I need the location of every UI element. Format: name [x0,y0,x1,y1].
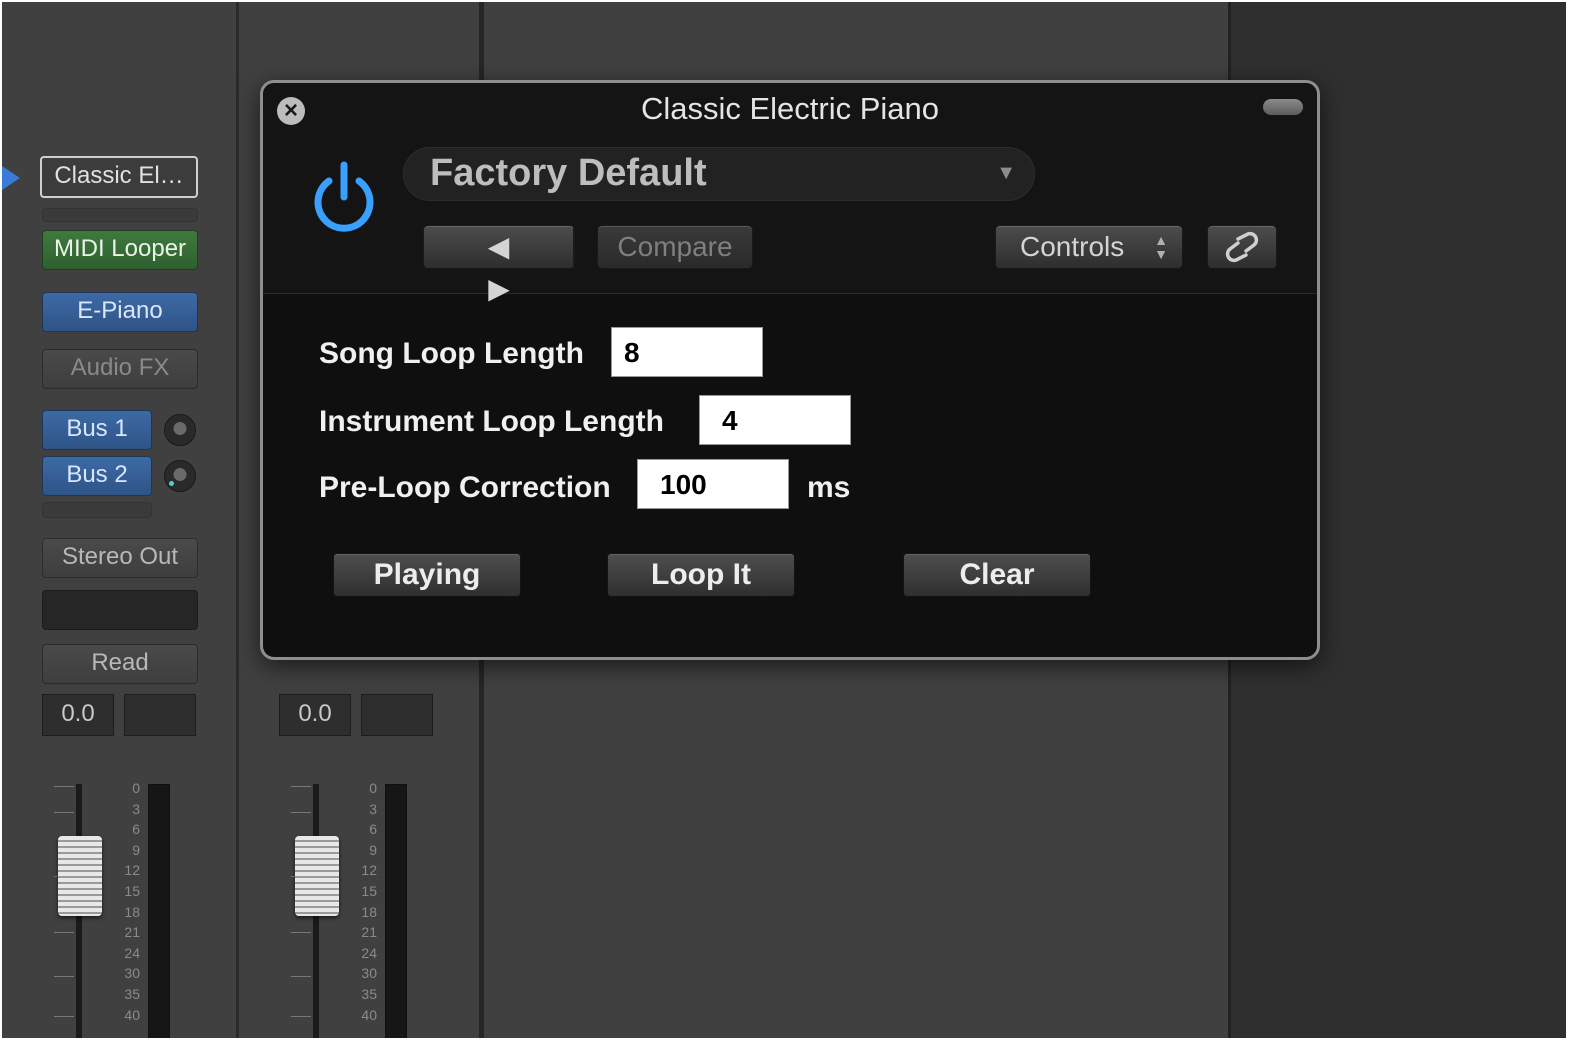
song-loop-length-field[interactable]: 8 [611,327,763,377]
empty-send-slot[interactable] [42,502,152,518]
preset-name: Factory Default [430,152,707,194]
level-meter [385,784,407,1038]
link-icon [1225,231,1259,263]
collapse-button[interactable] [1263,99,1303,115]
level-meter [148,784,170,1038]
output-slot[interactable]: Stereo Out [42,538,198,578]
clear-button[interactable]: Clear [903,553,1091,597]
pre-loop-correction-field[interactable]: 100 [637,459,789,509]
loop-it-button[interactable]: Loop It [607,553,795,597]
preset-menu[interactable]: Factory Default ▼ [403,147,1035,201]
send-slot-bus-2[interactable]: Bus 2 [42,456,152,496]
meter-scale: 0 3 6 9 12 15 18 21 24 30 35 40 [124,780,140,1023]
peak-readout[interactable] [124,694,196,736]
plugin-window: × Classic Electric Piano Factory Default… [260,80,1320,660]
channel-name-slot[interactable]: Classic El… [40,156,198,198]
audio-fx-slot[interactable]: Audio FX [42,349,198,389]
plugin-title: Classic Electric Piano [640,91,940,126]
pre-loop-correction-label: Pre-Loop Correction [319,471,611,504]
send-slot-bus-1[interactable]: Bus 1 [42,410,152,450]
volume-readout[interactable]: 0.0 [42,694,114,736]
meter-scale: 0 3 6 9 12 15 18 21 24 30 35 40 [361,780,377,1023]
volume-fader[interactable] [58,836,102,916]
send-level-knob-2[interactable] [164,460,196,492]
song-loop-length-label: Song Loop Length [319,337,584,370]
triangle-left-icon[interactable]: ◀ [424,226,574,268]
playing-button[interactable]: Playing [333,553,521,597]
view-selector-label: Controls [1020,231,1125,262]
view-selector[interactable]: Controls ▲ ▼ [995,225,1183,269]
channel-strip-1: Classic El… MIDI Looper E-Piano Audio FX… [2,2,239,1038]
track-selected-marker [2,166,20,190]
pre-loop-correction-unit: ms [807,471,851,504]
instrument-slot[interactable]: E-Piano [42,292,198,332]
up-down-arrows-icon: ▲ ▼ [1154,232,1168,262]
triangle-right-icon[interactable]: ▶ [424,268,574,310]
peak-readout[interactable] [361,694,433,736]
volume-fader[interactable] [295,836,339,916]
group-slot[interactable] [42,590,198,630]
midi-fx-slot[interactable]: MIDI Looper [42,230,198,270]
power-icon[interactable] [309,159,379,235]
automation-mode-button[interactable]: Read [42,644,198,684]
compare-button[interactable]: Compare [597,225,753,269]
chevron-down-icon: ▼ [996,162,1016,184]
empty-setting-slot[interactable] [42,208,198,222]
plugin-header: × Classic Electric Piano Factory Default… [263,83,1317,304]
preset-nav-group: ◀ ▶ [423,225,575,304]
volume-readout[interactable]: 0.0 [279,694,351,736]
link-button[interactable] [1207,225,1277,269]
send-level-knob-1[interactable] [164,414,196,446]
instrument-loop-length-label: Instrument Loop Length [319,405,664,438]
instrument-loop-length-field[interactable]: 4 [699,395,851,445]
